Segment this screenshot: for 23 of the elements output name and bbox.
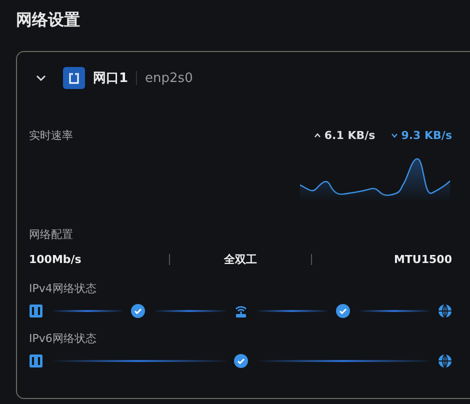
port-name: 网口1 <box>93 70 128 87</box>
globe-icon <box>438 354 452 368</box>
rate-label: 实时速率 <box>29 128 73 143</box>
config-value: MTU1500 <box>392 253 452 266</box>
status-label: IPv6网络状态 <box>29 331 98 346</box>
download-speed: 9.3 KB/s <box>401 129 452 142</box>
page-title: 网络设置 <box>16 10 81 31</box>
router-icon <box>234 304 248 318</box>
config-value: 100Mb/s <box>29 253 82 266</box>
down-caret-icon <box>391 133 398 138</box>
device-name: enp2s0 <box>145 70 193 86</box>
check-icon <box>131 304 146 318</box>
globe-icon <box>438 304 452 318</box>
server-icon <box>29 354 43 368</box>
check-icon <box>234 354 248 368</box>
config-value: 全双工 <box>222 252 258 267</box>
server-icon <box>29 304 43 318</box>
up-caret-icon <box>314 133 322 138</box>
status-label: IPv4网络状态 <box>29 281 98 296</box>
config-label: 网络配置 <box>29 228 73 241</box>
upload-speed: 6.1 KB/s <box>324 129 376 142</box>
ethernet-port-icon <box>63 67 85 89</box>
check-icon <box>336 304 350 318</box>
